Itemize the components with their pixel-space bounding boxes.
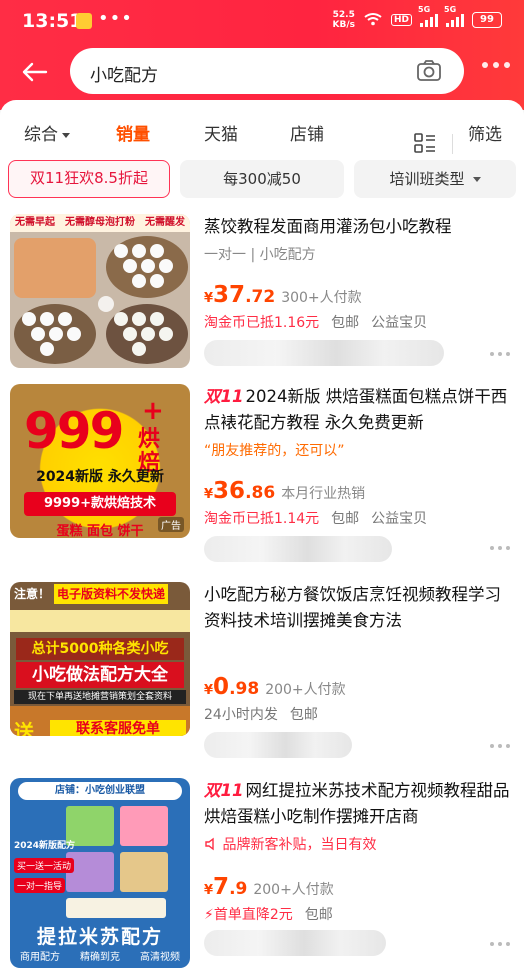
search-input[interactable]: 小吃配方 — [90, 61, 158, 86]
divider — [452, 134, 453, 154]
product-meta: 淘金币已抵1.16元 包邮 公益宝贝 — [204, 312, 427, 332]
status-more-icon: ••• — [98, 8, 133, 29]
chip-double11[interactable]: 双11狂欢8.5折起 — [8, 160, 170, 198]
blurred-shop-name — [204, 536, 392, 562]
tag-charity: 公益宝贝 — [371, 315, 428, 331]
chip-discount[interactable]: 每300减50 — [180, 160, 344, 198]
top-bar: 13:51 ••• 52.5 KB/s HD 5G 5G 99 小吃配方 — [0, 0, 524, 110]
notification-app-icon — [76, 13, 92, 29]
product-title: 双11 2024新版 烘焙蛋糕面包糕点饼干西点裱花配方教程 永久免费更新 — [204, 387, 508, 432]
sort-tab-comprehensive[interactable]: 综合 — [24, 120, 70, 145]
new-customer-notice: 品牌新客补贴，当日有效 — [204, 834, 512, 854]
tag-free-shipping: 包邮 — [304, 907, 333, 923]
product-info: 双11 2024新版 烘焙蛋糕面包糕点饼干西点裱花配方教程 永久免费更新 “朋友推… — [204, 384, 512, 460]
promo-text: ⚡首单直降2元 — [204, 907, 293, 923]
status-time: 13:51 — [22, 10, 83, 32]
filter-button[interactable]: 筛选 — [468, 120, 502, 145]
tag-free-shipping: 包邮 — [331, 511, 360, 527]
camera-icon[interactable] — [416, 59, 442, 83]
product-info: 小吃配方秘方餐饮饭店烹饪视频教程学习资料技术培训摆摊美食方法 — [204, 582, 512, 634]
product-card[interactable]: 店铺：小吃创业联盟 2024新版配方 买一送一活动 一对一指导 提拉米苏配方 商… — [0, 770, 524, 968]
play-icon — [98, 296, 114, 312]
network-speed: 52.5 KB/s — [332, 10, 355, 30]
product-price: ¥0.98 — [204, 674, 260, 700]
price-row: ¥0.98 200+人付款 — [204, 674, 346, 700]
sales-count: 200+人付款 — [265, 682, 346, 698]
promo-text: 淘金币已抵1.14元 — [204, 511, 320, 527]
chevron-down-icon — [62, 132, 70, 138]
signal-icon-2: 5G — [444, 5, 464, 27]
blurred-shop-name — [204, 340, 444, 366]
chip-training-type[interactable]: 培训班类型 — [354, 160, 516, 198]
speaker-icon — [205, 837, 214, 851]
product-subtitle: 一对一 | 小吃配方 — [204, 247, 316, 263]
status-bar: 13:51 ••• 52.5 KB/s HD 5G 5G 99 — [0, 0, 524, 42]
double11-badge: 双11 — [204, 781, 244, 800]
product-image: 无需早起 无需醇母泡打粉 无需醒发 — [10, 214, 190, 368]
more-options-icon[interactable] — [490, 352, 510, 356]
sales-count: 300+人付款 — [281, 290, 362, 306]
blurred-shop-name — [204, 732, 352, 758]
blurred-shop-name — [204, 930, 386, 956]
product-title: 小吃配方秘方餐饮饭店烹饪视频教程学习资料技术培训摆摊美食方法 — [204, 585, 501, 630]
ad-label: 广告 — [158, 517, 184, 532]
tag-free-shipping: 包邮 — [331, 315, 360, 331]
product-info: 双11 网红提拉米苏技术配方视频教程甜品烘焙蛋糕小吃制作摆摊开店商 品牌新客补贴，… — [204, 778, 512, 854]
product-meta: ⚡首单直降2元 包邮 — [204, 904, 333, 924]
more-options-icon[interactable] — [490, 546, 510, 550]
price-row: ¥37.72 300+人付款 — [204, 282, 362, 308]
product-price: ¥7.9 — [204, 874, 248, 900]
shipping-time: 24小时内发 — [204, 707, 278, 723]
product-card[interactable]: 注意！ 电子版资料不发快递 总计5000种各类小吃 小吃做法配方大全 现在下单再… — [0, 574, 524, 766]
promo-text: 淘金币已抵1.16元 — [204, 315, 320, 331]
double11-badge: 双11 — [204, 387, 244, 406]
product-price: ¥37.72 — [204, 282, 276, 308]
price-row: ¥36.86 本月行业热销 — [204, 478, 365, 504]
sort-tab-sales[interactable]: 销量 — [116, 120, 150, 145]
price-row: ¥7.9 200+人付款 — [204, 874, 334, 900]
product-image: 店铺：小吃创业联盟 2024新版配方 买一送一活动 一对一指导 提拉米苏配方 商… — [10, 778, 190, 968]
chevron-down-icon — [472, 177, 481, 182]
sales-count: 本月行业热销 — [281, 486, 366, 502]
lightning-icon: ⚡ — [204, 907, 214, 923]
more-menu-icon[interactable] — [482, 62, 510, 68]
product-card[interactable]: 999 + 烘焙 2024新版 永久更新 9999+款烘焙技术 蛋糕 面包 饼干… — [0, 376, 524, 568]
status-right: 52.5 KB/s HD 5G 5G 99 — [332, 5, 502, 30]
sort-bar: 综合 销量 天猫 店铺 筛选 — [0, 114, 524, 154]
product-card[interactable]: 无需早起 无需醇母泡打粉 无需醒发 蒸饺教程发面商用灌汤包小吃教程 一对一 | 小吃… — [0, 206, 524, 398]
signal-icon-1: 5G — [418, 5, 438, 27]
product-meta: 淘金币已抵1.14元 包邮 公益宝贝 — [204, 508, 427, 528]
back-arrow-icon[interactable] — [18, 56, 50, 88]
review-quote: “朋友推荐的，还可以” — [204, 443, 345, 459]
hd-badge: HD — [390, 14, 412, 26]
product-meta: 24小时内发 包邮 — [204, 704, 318, 724]
filter-chips: 双11狂欢8.5折起 每300减50 培训班类型 — [0, 160, 524, 200]
more-options-icon[interactable] — [490, 744, 510, 748]
search-box[interactable]: 小吃配方 — [70, 48, 464, 94]
wifi-icon — [363, 12, 383, 29]
battery-icon: 99 — [472, 12, 502, 28]
list-view-toggle-icon[interactable] — [414, 132, 436, 154]
more-options-icon[interactable] — [490, 942, 510, 946]
tag-free-shipping: 包邮 — [289, 707, 318, 723]
product-image: 注意！ 电子版资料不发快递 总计5000种各类小吃 小吃做法配方大全 现在下单再… — [10, 582, 190, 736]
sales-count: 200+人付款 — [253, 882, 334, 898]
product-title: 双11 网红提拉米苏技术配方视频教程甜品烘焙蛋糕小吃制作摆摊开店商 — [204, 781, 510, 826]
product-price: ¥36.86 — [204, 478, 276, 504]
product-image: 999 + 烘焙 2024新版 永久更新 9999+款烘焙技术 蛋糕 面包 饼干… — [10, 384, 190, 538]
sort-tab-tmall[interactable]: 天猫 — [204, 120, 238, 145]
sort-tab-shop[interactable]: 店铺 — [290, 120, 324, 145]
tag-charity: 公益宝贝 — [371, 511, 428, 527]
product-info: 蒸饺教程发面商用灌汤包小吃教程 一对一 | 小吃配方 — [204, 214, 512, 264]
product-title: 蒸饺教程发面商用灌汤包小吃教程 — [204, 217, 452, 236]
